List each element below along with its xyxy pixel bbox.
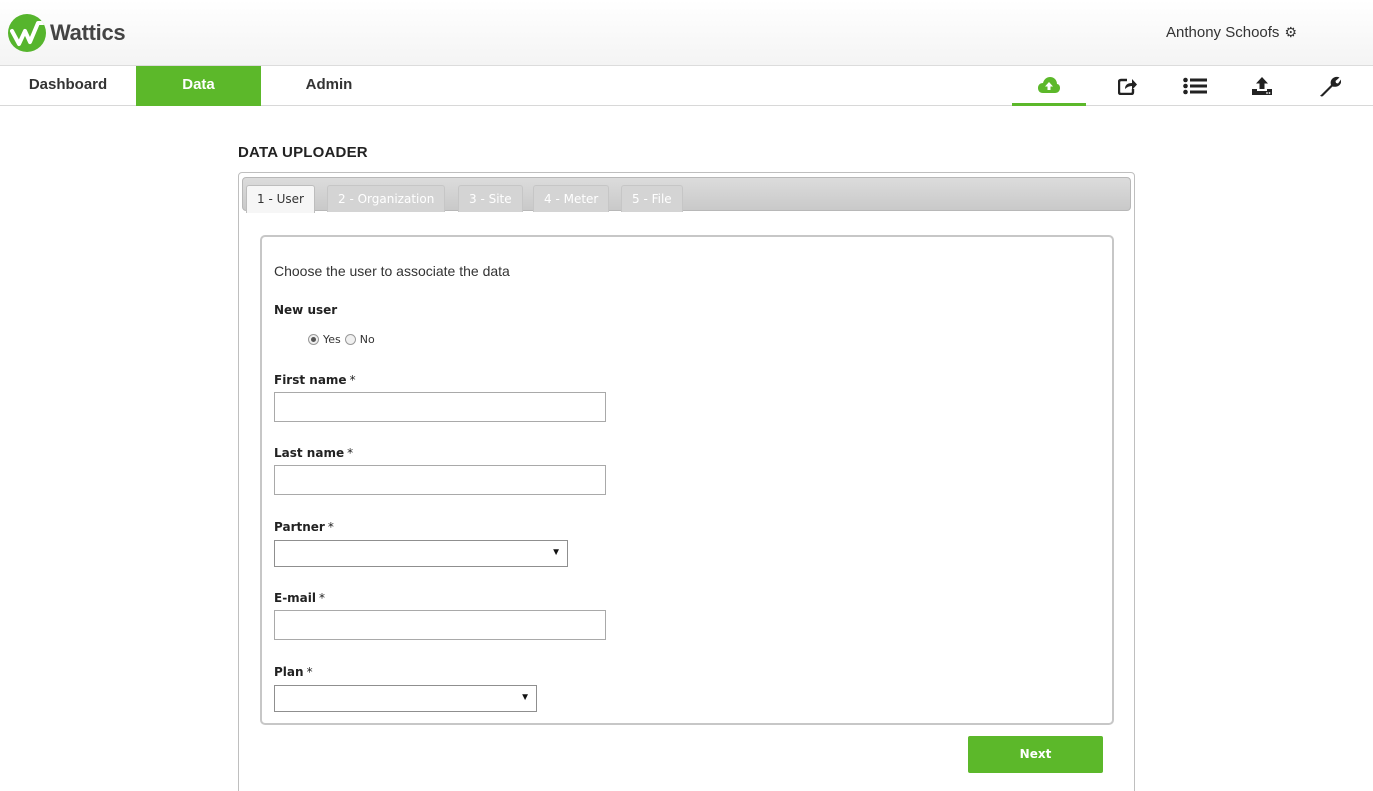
last-name-label: Last name * (274, 446, 353, 460)
tab-file[interactable]: 5 - File (621, 185, 683, 212)
list-icon[interactable] (1172, 66, 1218, 106)
partner-label: Partner * (274, 520, 334, 534)
plan-label: Plan * (274, 665, 313, 679)
gears-icon[interactable]: ⚙ (1284, 24, 1297, 41)
partner-select[interactable]: ▼ (274, 540, 568, 567)
nav-tab-data[interactable]: Data (136, 66, 261, 106)
email-input[interactable] (274, 610, 606, 640)
email-label: E-mail * (274, 591, 325, 605)
tab-user[interactable]: 1 - User (246, 185, 315, 213)
page-title: DATA UPLOADER (238, 144, 368, 161)
plan-select[interactable]: ▼ (274, 685, 537, 712)
new-user-label-text: New user (274, 303, 338, 317)
email-label-text: E-mail (274, 591, 317, 605)
cloud-upload-icon[interactable] (1012, 66, 1086, 106)
logo[interactable]: Wattics (8, 14, 126, 52)
radio-yes[interactable] (308, 334, 319, 345)
user-form: Choose the user to associate the data Ne… (260, 235, 1114, 725)
brand-name: Wattics (50, 20, 126, 45)
uploader-panel: 1 - User 2 - Organization 3 - Site 4 - M… (238, 172, 1135, 791)
partner-label-text: Partner (274, 520, 325, 534)
required-mark: * (327, 520, 334, 534)
upload-icon[interactable] (1239, 66, 1285, 106)
tab-organization[interactable]: 2 - Organization (327, 185, 446, 212)
first-name-input[interactable] (274, 392, 606, 422)
radio-yes-label: Yes (323, 333, 341, 346)
wizard-tabbar: 1 - User 2 - Organization 3 - Site 4 - M… (242, 177, 1131, 213)
first-name-label-text: First name (274, 373, 347, 387)
user-menu[interactable]: Anthony Schoofs ⚙ (1166, 24, 1297, 41)
required-mark: * (319, 591, 326, 605)
main-nav: Dashboard Data Admin (0, 66, 1373, 106)
new-user-label: New user (274, 303, 337, 317)
wrench-icon[interactable] (1307, 66, 1353, 106)
app-header: Wattics Anthony Schoofs ⚙ (0, 0, 1373, 66)
next-button[interactable]: Next (968, 736, 1103, 773)
wattics-logo-icon (8, 14, 46, 52)
form-intro: Choose the user to associate the data (274, 263, 510, 279)
user-name: Anthony Schoofs (1166, 24, 1280, 41)
nav-tab-admin[interactable]: Admin (261, 66, 397, 106)
tab-meter[interactable]: 4 - Meter (533, 185, 610, 212)
last-name-input[interactable] (274, 465, 606, 495)
required-mark: * (347, 446, 354, 460)
nav-tab-dashboard[interactable]: Dashboard (0, 66, 136, 106)
tab-site[interactable]: 3 - Site (458, 185, 523, 212)
required-mark: * (349, 373, 356, 387)
chevron-down-icon: ▼ (551, 547, 561, 558)
radio-no[interactable] (344, 334, 356, 345)
first-name-label: First name * (274, 373, 356, 387)
new-user-radio-group: Yes No (308, 333, 379, 346)
last-name-label-text: Last name (274, 446, 345, 460)
required-mark: * (306, 665, 313, 679)
share-icon[interactable] (1105, 66, 1151, 106)
chevron-down-icon: ▼ (520, 692, 530, 703)
plan-label-text: Plan (274, 665, 304, 679)
radio-no-label: No (359, 333, 375, 346)
